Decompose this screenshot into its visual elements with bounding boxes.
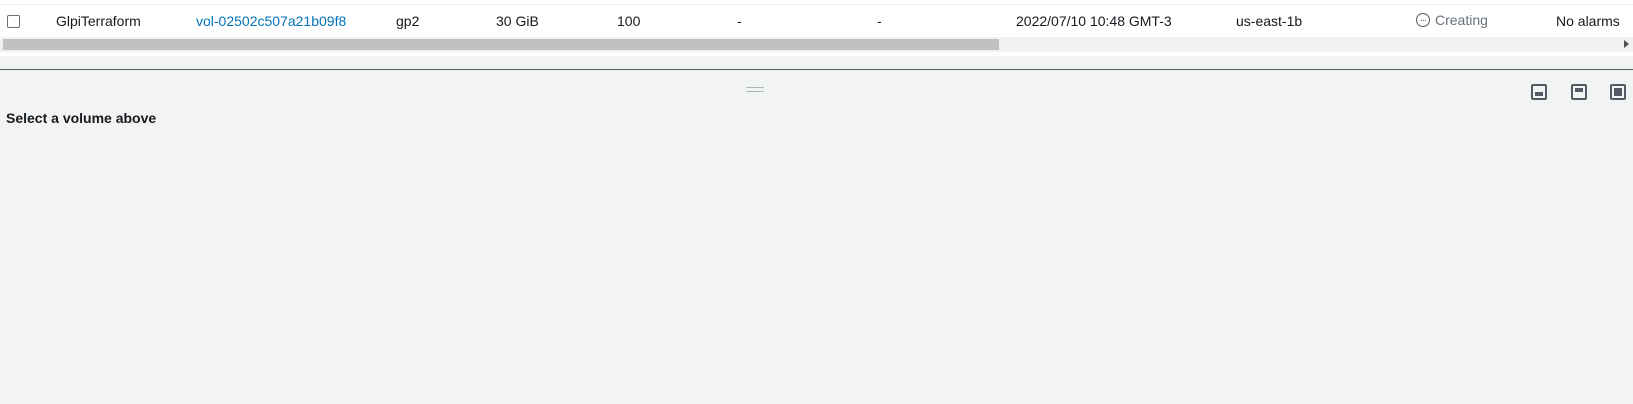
split-full-view-button[interactable] [1610, 84, 1626, 100]
table-row[interactable]: GlpiTerraform vol-02502c507a21b09f8 gp2 … [0, 4, 1633, 37]
volume-size-cell: 30 GiB [496, 13, 539, 29]
ellipsis-circle-icon: ··· [1416, 13, 1430, 27]
volume-state-cell: ··· Creating [1416, 12, 1488, 28]
volume-name-cell: GlpiTerraform [56, 13, 141, 29]
volume-id-link[interactable]: vol-02502c507a21b09f8 [196, 13, 346, 29]
horizontal-scrollbar[interactable] [0, 37, 1633, 52]
volume-type-cell: gp2 [396, 13, 420, 29]
row-select-checkbox[interactable] [7, 15, 20, 28]
volume-state-label: Creating [1435, 12, 1488, 28]
volume-az-cell: us-east-1b [1236, 13, 1303, 29]
volume-snapshot-cell: - [877, 13, 882, 29]
volume-iops-cell: 100 [617, 13, 641, 29]
volumes-table: GlpiTerraform vol-02502c507a21b09f8 gp2 … [0, 0, 1633, 56]
split-bottom-view-button[interactable] [1531, 84, 1547, 100]
detail-panel-message: Select a volume above [6, 110, 157, 126]
volume-created-cell: 2022/07/10 10:48 GMT-3 [1016, 13, 1172, 29]
split-middle-view-button[interactable] [1571, 84, 1587, 100]
scrollbar-thumb[interactable] [3, 39, 999, 50]
volume-throughput-cell: - [737, 13, 742, 29]
split-panel-divider [0, 69, 1633, 70]
split-panel-drag-handle[interactable] [746, 87, 764, 92]
scroll-right-arrow-icon[interactable] [1624, 40, 1629, 48]
volume-alarm-cell: No alarms [1556, 13, 1620, 29]
